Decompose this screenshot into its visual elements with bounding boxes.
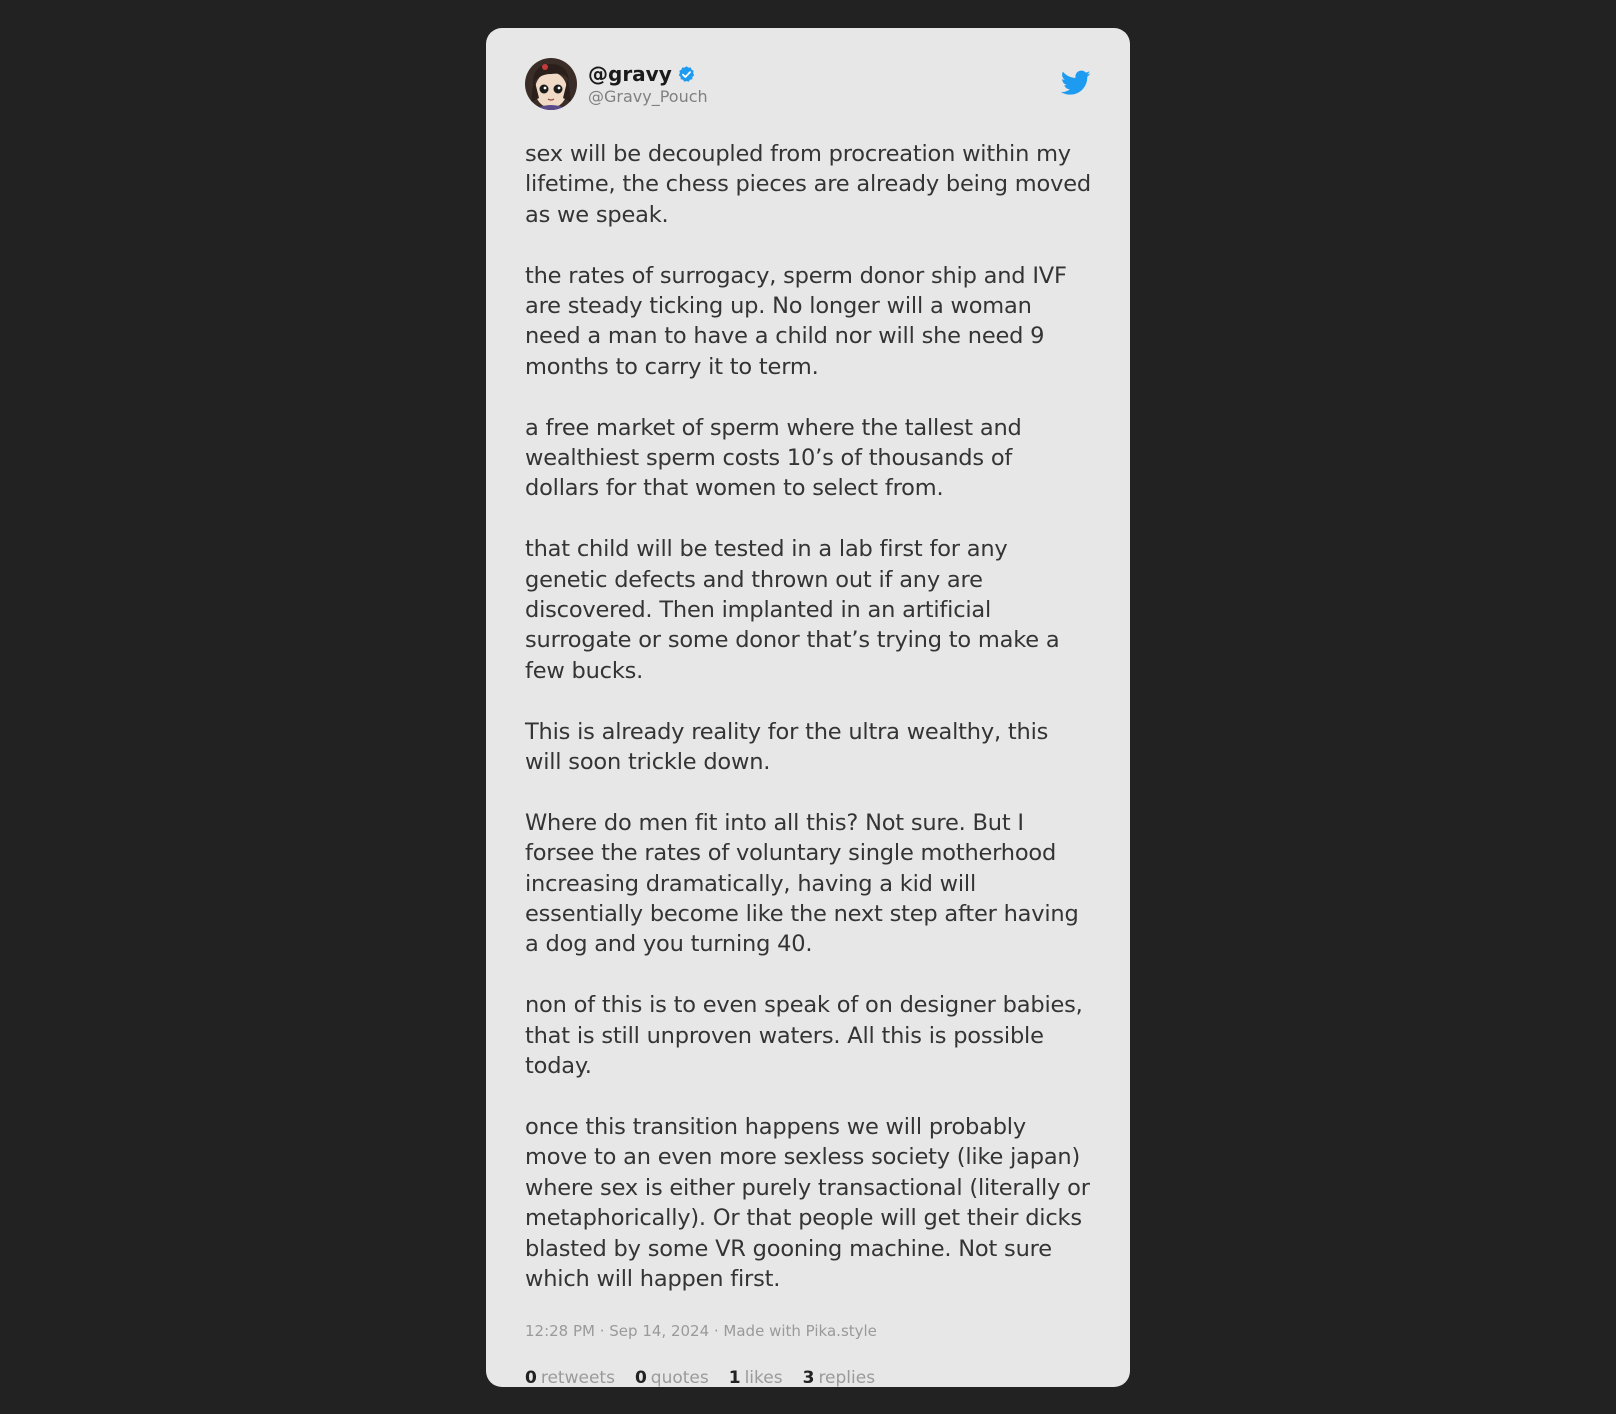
- tweet-body: sex will be decoupled from procreation w…: [525, 139, 1091, 1294]
- stat-count: 0: [525, 1368, 537, 1389]
- tweet-paragraph: once this transition happens we will pro…: [525, 1113, 1090, 1292]
- user-handle[interactable]: @Gravy_Pouch: [588, 87, 708, 106]
- tweet-paragraph: the rates of surrogacy, sperm donor ship…: [525, 262, 1067, 380]
- stat-label: likes: [744, 1368, 783, 1389]
- tweet-paragraph: This is already reality for the ultra we…: [525, 718, 1049, 776]
- stat-replies[interactable]: 3 replies: [803, 1368, 875, 1388]
- tweet-timestamp: 12:28 PM · Sep 14, 2024 · Made with Pika…: [525, 1322, 877, 1341]
- stat-label: quotes: [650, 1368, 709, 1389]
- stat-count: 0: [634, 1368, 647, 1389]
- avatar[interactable]: [525, 58, 577, 110]
- tweet-card: @gravy @Gravy_Pouch sex will be decouple…: [486, 28, 1130, 1388]
- name-row: @gravy: [588, 62, 708, 86]
- stat-count: 3: [802, 1368, 815, 1389]
- tweet-paragraph: Where do men fit into all this? Not sure…: [525, 809, 1079, 958]
- stat-count: 1: [728, 1368, 741, 1389]
- tweet-stats: 0 retweets 0 quotes 1 likes 3 replies: [525, 1368, 1091, 1388]
- stat-retweets[interactable]: 0 retweets: [525, 1368, 615, 1388]
- stat-label: replies: [818, 1368, 876, 1389]
- verified-badge-icon: [677, 65, 696, 84]
- tweet-paragraph: a free market of sperm where the tallest…: [525, 414, 1022, 502]
- display-name[interactable]: @gravy: [588, 62, 672, 86]
- tweet-paragraph: non of this is to even speak of on desig…: [525, 992, 1083, 1080]
- tweet-paragraph: sex will be decoupled from procreation w…: [525, 141, 1091, 228]
- author-block: @gravy @Gravy_Pouch: [588, 62, 708, 106]
- stat-likes[interactable]: 1 likes: [729, 1368, 783, 1388]
- twitter-bird-icon[interactable]: [1060, 70, 1091, 96]
- stat-label: retweets: [540, 1368, 615, 1389]
- stat-quotes[interactable]: 0 quotes: [635, 1368, 709, 1388]
- tweet-header: @gravy @Gravy_Pouch: [525, 58, 1091, 110]
- tweet-paragraph: that child will be tested in a lab first…: [525, 536, 1060, 684]
